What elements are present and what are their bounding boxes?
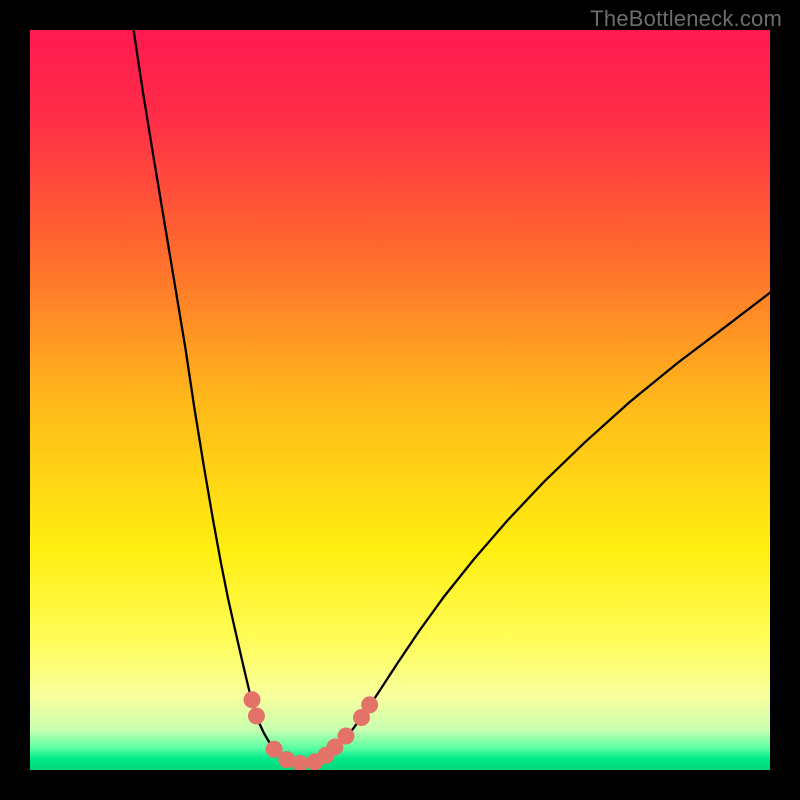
chart-frame: TheBottleneck.com (0, 0, 800, 800)
marker-point (361, 696, 378, 713)
bottleneck-curve-plot (30, 30, 770, 770)
marker-point (337, 727, 354, 744)
watermark-text: TheBottleneck.com (590, 6, 782, 32)
marker-point (248, 707, 265, 724)
marker-point (244, 691, 261, 708)
